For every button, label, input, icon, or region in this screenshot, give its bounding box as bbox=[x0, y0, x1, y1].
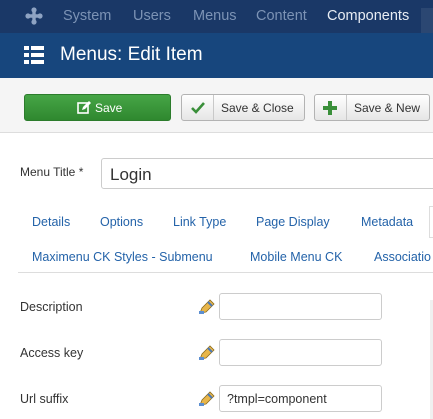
edit-icon bbox=[77, 101, 91, 114]
button-divider bbox=[346, 95, 347, 120]
joomla-logo-icon[interactable] bbox=[24, 6, 44, 26]
save-new-label: Save & New bbox=[354, 101, 421, 115]
access-key-label: Access key bbox=[20, 346, 84, 360]
nav-components[interactable]: Components bbox=[327, 8, 409, 24]
save-close-button[interactable]: Save & Close bbox=[181, 94, 305, 121]
check-icon bbox=[191, 102, 205, 114]
description-input[interactable] bbox=[219, 293, 382, 320]
access-key-input[interactable] bbox=[219, 339, 382, 366]
save-close-label: Save & Close bbox=[221, 101, 294, 115]
url-suffix-input[interactable]: ?tmpl=component bbox=[219, 385, 382, 412]
tab-maximenu-styles[interactable]: Maximenu CK Styles - Submenu bbox=[32, 250, 213, 264]
nav-content[interactable]: Content bbox=[256, 8, 307, 24]
language-edit-icon[interactable] bbox=[199, 391, 215, 407]
tab-associations[interactable]: Associatio bbox=[374, 250, 431, 264]
tab-options[interactable]: Options bbox=[100, 215, 143, 229]
nav-overflow bbox=[421, 8, 433, 33]
list-icon bbox=[24, 46, 44, 64]
menu-title-label: Menu Title * bbox=[20, 165, 84, 179]
tabs-divider bbox=[18, 272, 433, 273]
page-title: Menus: Edit Item bbox=[60, 44, 203, 65]
page-header: Menus: Edit Item bbox=[0, 33, 433, 78]
tab-details[interactable]: Details bbox=[32, 215, 70, 229]
save-label: Save bbox=[95, 101, 123, 115]
tab-mobile-menu[interactable]: Mobile Menu CK bbox=[250, 250, 342, 264]
nav-system[interactable]: System bbox=[63, 8, 111, 24]
tab-link-type[interactable]: Link Type bbox=[173, 215, 226, 229]
save-new-button[interactable]: Save & New bbox=[314, 94, 430, 121]
language-edit-icon[interactable] bbox=[199, 345, 215, 361]
plus-icon bbox=[323, 101, 337, 115]
button-divider bbox=[213, 95, 214, 120]
tab-metadata[interactable]: Metadata bbox=[361, 215, 413, 229]
save-button[interactable]: Save bbox=[24, 94, 171, 121]
toolbar: Save Save & Close Save & New bbox=[0, 78, 433, 133]
nav-users[interactable]: Users bbox=[133, 8, 171, 24]
language-edit-icon[interactable] bbox=[199, 299, 215, 315]
nav-menus[interactable]: Menus bbox=[193, 8, 237, 24]
menu-title-input[interactable]: Login bbox=[101, 158, 433, 189]
top-navbar: System Users Menus Content Components bbox=[0, 0, 433, 33]
tab-page-display[interactable]: Page Display bbox=[256, 215, 330, 229]
tab-active-edge bbox=[429, 206, 433, 238]
description-label: Description bbox=[20, 300, 83, 314]
url-suffix-label: Url suffix bbox=[20, 392, 69, 406]
